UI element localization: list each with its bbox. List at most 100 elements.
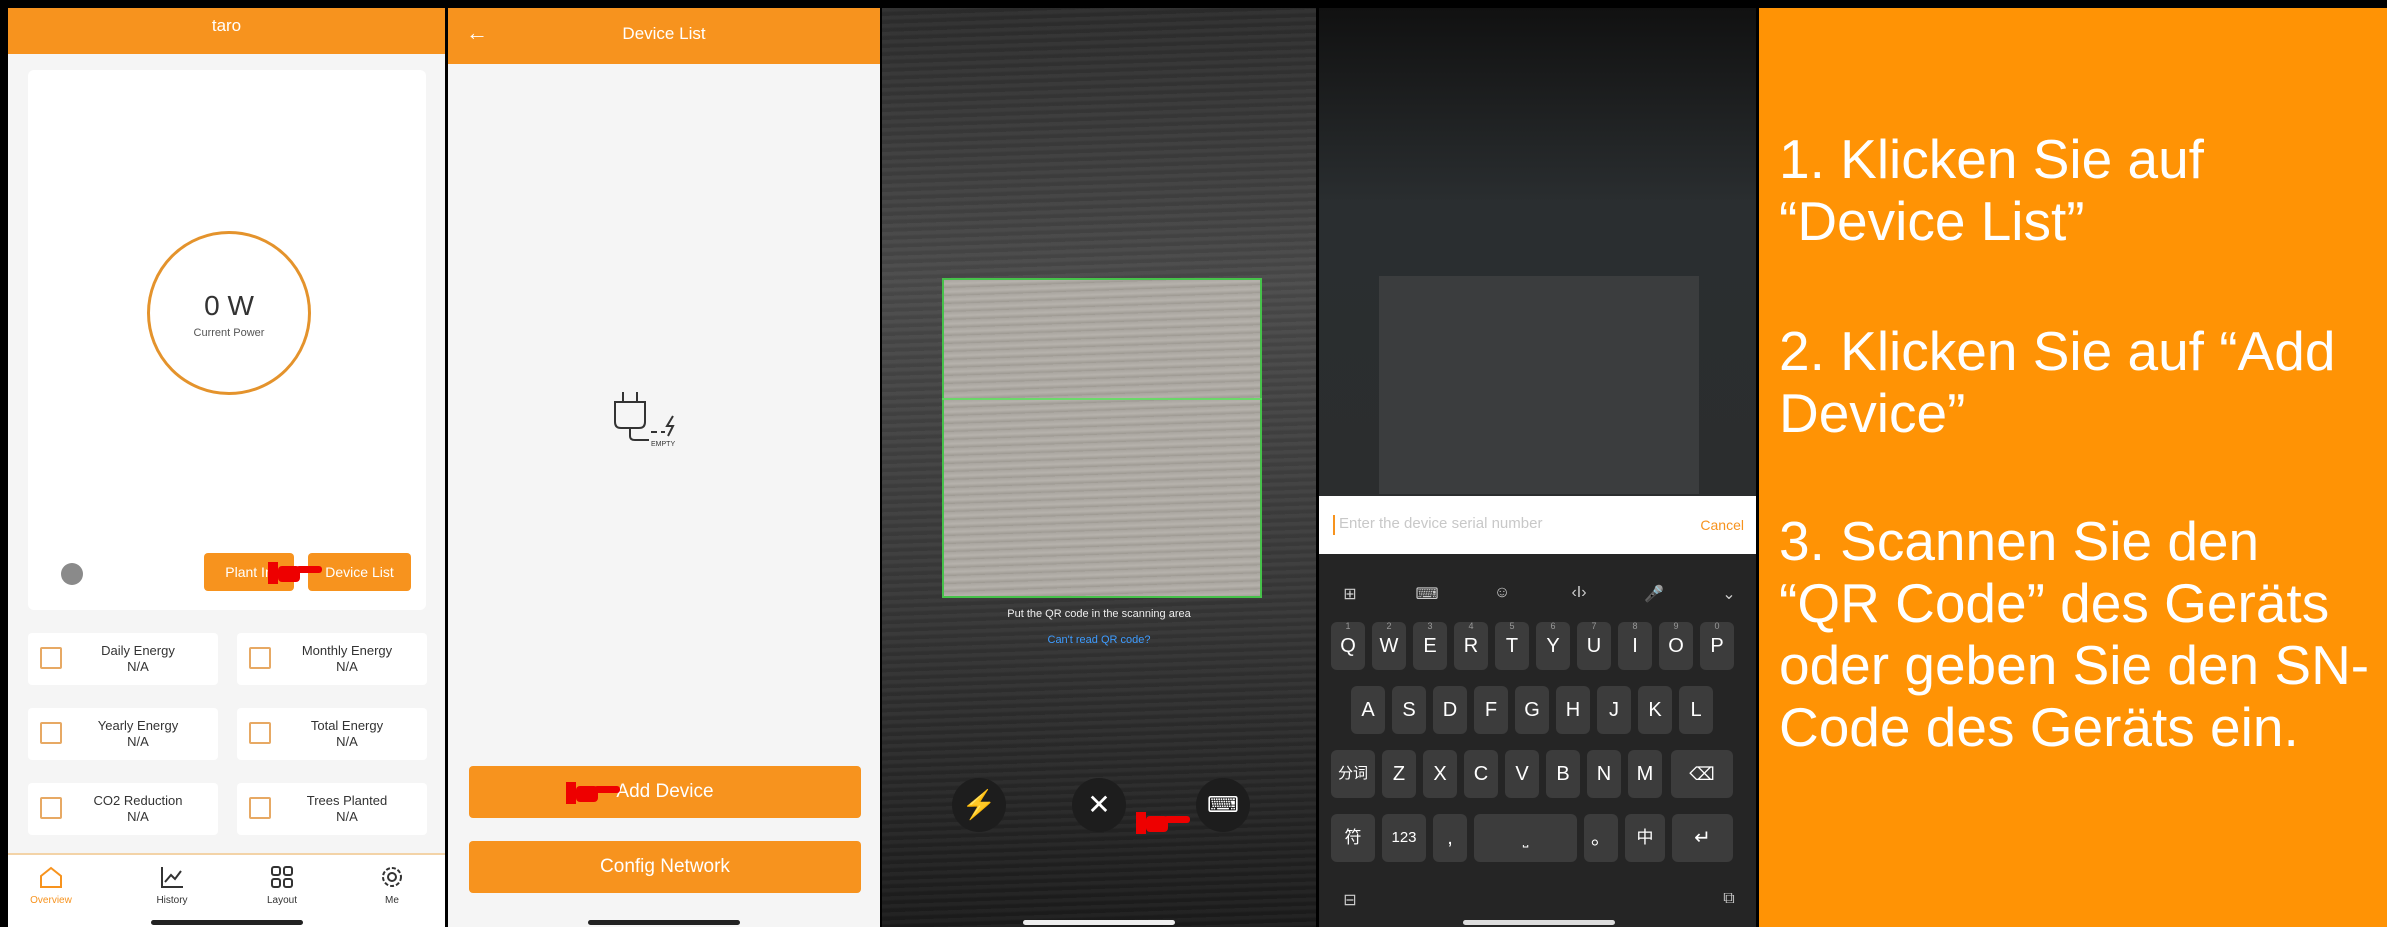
key-language[interactable]: 中 <box>1625 814 1665 862</box>
key-d[interactable]: D <box>1433 686 1467 734</box>
keyboard-icon: ⌨ <box>1207 792 1239 817</box>
stat-value: N/A <box>127 809 149 824</box>
scan-area-frame <box>942 278 1262 598</box>
back-arrow-icon[interactable]: ← <box>466 22 488 44</box>
current-power-label: Current Power <box>193 327 265 339</box>
key-label: T <box>1505 635 1519 657</box>
device-list-title: Device List <box>622 24 706 43</box>
co2-cloud-icon <box>40 797 62 819</box>
backspace-icon: ⌫ <box>1689 764 1715 784</box>
key-a[interactable]: A <box>1351 686 1385 734</box>
close-scanner-button[interactable]: ✕ <box>1072 778 1126 832</box>
key-z[interactable]: Z <box>1382 750 1416 798</box>
nav-overview[interactable]: Overview <box>11 865 91 906</box>
key-e[interactable]: 3E <box>1413 621 1447 670</box>
config-network-button[interactable]: Config Network <box>469 841 861 893</box>
key-n[interactable]: N <box>1587 750 1621 798</box>
keyboard-layout-icon[interactable]: ⌨ <box>1412 584 1442 604</box>
device-list-screen: Device List ← EMPTY Add Device Config Ne… <box>448 8 880 927</box>
daily-energy-stat: Daily Energy N/A <box>28 633 218 685</box>
key-r[interactable]: 4R <box>1454 621 1488 670</box>
key-y[interactable]: 6Y <box>1536 621 1570 670</box>
nav-layout[interactable]: Layout <box>242 865 322 906</box>
key-label: O <box>1668 635 1684 657</box>
keyboard-switch-icon[interactable]: ⊟ <box>1335 890 1365 910</box>
nav-label: Layout <box>266 895 298 906</box>
key-l[interactable]: L <box>1679 686 1713 734</box>
home-indicator[interactable] <box>1463 920 1615 925</box>
key-v[interactable]: V <box>1505 750 1539 798</box>
gear-icon <box>382 867 402 887</box>
flashlight-button[interactable]: ⚡ <box>952 778 1006 832</box>
close-icon: ✕ <box>1087 789 1111 820</box>
key-m[interactable]: M <box>1628 750 1662 798</box>
backspace-key[interactable]: ⌫ <box>1671 750 1733 798</box>
bar-chart-icon <box>40 722 62 744</box>
key-q[interactable]: 1Q <box>1331 621 1365 670</box>
line-chart-icon <box>249 722 271 744</box>
key-numbers[interactable]: 123 <box>1382 814 1426 862</box>
stat-label: Total Energy <box>310 718 384 733</box>
key-label: R <box>1463 635 1479 657</box>
key-w[interactable]: 2W <box>1372 621 1406 670</box>
key-comma[interactable]: , <box>1433 814 1467 862</box>
key-sup: 8 <box>1632 621 1638 631</box>
serial-input-screen: Enter the device serial number Cancel ⊞ … <box>1319 8 1756 927</box>
space-key[interactable]: ⎵ <box>1474 814 1577 862</box>
stat-value: N/A <box>336 809 358 824</box>
key-i[interactable]: 8I <box>1618 621 1652 670</box>
microphone-icon[interactable]: 🎤 <box>1639 584 1669 604</box>
collapse-keyboard-icon[interactable]: ⌄ <box>1714 584 1744 604</box>
pointing-hand-icon <box>1136 812 1190 834</box>
qr-scanner-screen: Put the QR code in the scanning area Can… <box>882 8 1316 927</box>
enter-key[interactable]: ↵ <box>1672 814 1733 862</box>
key-p[interactable]: 0P <box>1700 621 1734 670</box>
key-k[interactable]: K <box>1638 686 1672 734</box>
key-label: Y <box>1546 635 1560 657</box>
key-sup: 2 <box>1386 621 1392 631</box>
cursor-move-icon[interactable]: ‹I› <box>1564 584 1594 602</box>
nav-history[interactable]: History <box>132 865 212 906</box>
scan-area-dimmed <box>1379 276 1699 494</box>
key-c[interactable]: C <box>1464 750 1498 798</box>
cant-read-qr-link[interactable]: Can't read QR code? <box>882 634 1316 646</box>
clipboard-icon[interactable]: ⧉ <box>1714 890 1744 908</box>
key-s[interactable]: S <box>1392 686 1426 734</box>
apps-grid-icon[interactable]: ⊞ <box>1335 584 1365 604</box>
plant-title: taro <box>211 16 242 35</box>
stat-label: Trees Planted <box>306 793 388 808</box>
key-x[interactable]: X <box>1423 750 1457 798</box>
key-b[interactable]: B <box>1546 750 1580 798</box>
text-cursor <box>1333 515 1335 535</box>
nav-me[interactable]: Me <box>352 865 432 906</box>
key-f[interactable]: F <box>1474 686 1508 734</box>
key-sup: 0 <box>1714 621 1720 631</box>
stat-value: N/A <box>127 659 149 674</box>
home-indicator[interactable] <box>151 920 303 925</box>
key-g[interactable]: G <box>1515 686 1549 734</box>
home-indicator[interactable] <box>588 920 740 925</box>
key-o[interactable]: 9O <box>1659 621 1693 670</box>
scan-hint: Put the QR code in the scanning area <box>1007 608 1191 620</box>
cancel-button[interactable]: Cancel <box>1700 517 1744 533</box>
nav-label: Overview <box>30 895 72 906</box>
key-h[interactable]: H <box>1556 686 1590 734</box>
add-device-button[interactable]: Add Device <box>469 766 861 818</box>
key-period[interactable]: 。 <box>1584 814 1618 862</box>
stat-label: Monthly Energy <box>301 643 393 658</box>
manual-input-button[interactable]: ⌨ <box>1196 778 1250 832</box>
emoji-icon[interactable]: ☺ <box>1487 584 1517 602</box>
yearly-energy-stat: Yearly Energy N/A <box>28 708 218 760</box>
key-sup: 5 <box>1509 621 1515 631</box>
key-sup: 4 <box>1468 621 1474 631</box>
serial-number-input[interactable]: Enter the device serial number <box>1339 515 1542 532</box>
key-symbols[interactable]: 符 <box>1331 814 1375 862</box>
home-indicator[interactable] <box>1023 920 1175 925</box>
key-j[interactable]: J <box>1597 686 1631 734</box>
key-fenci[interactable]: 分词 <box>1331 750 1375 798</box>
stat-label: Yearly Energy <box>97 718 179 733</box>
key-t[interactable]: 5T <box>1495 621 1529 670</box>
current-power-value: 0 W <box>204 290 254 321</box>
key-u[interactable]: 7U <box>1577 621 1611 670</box>
key-label: I <box>1632 635 1638 657</box>
